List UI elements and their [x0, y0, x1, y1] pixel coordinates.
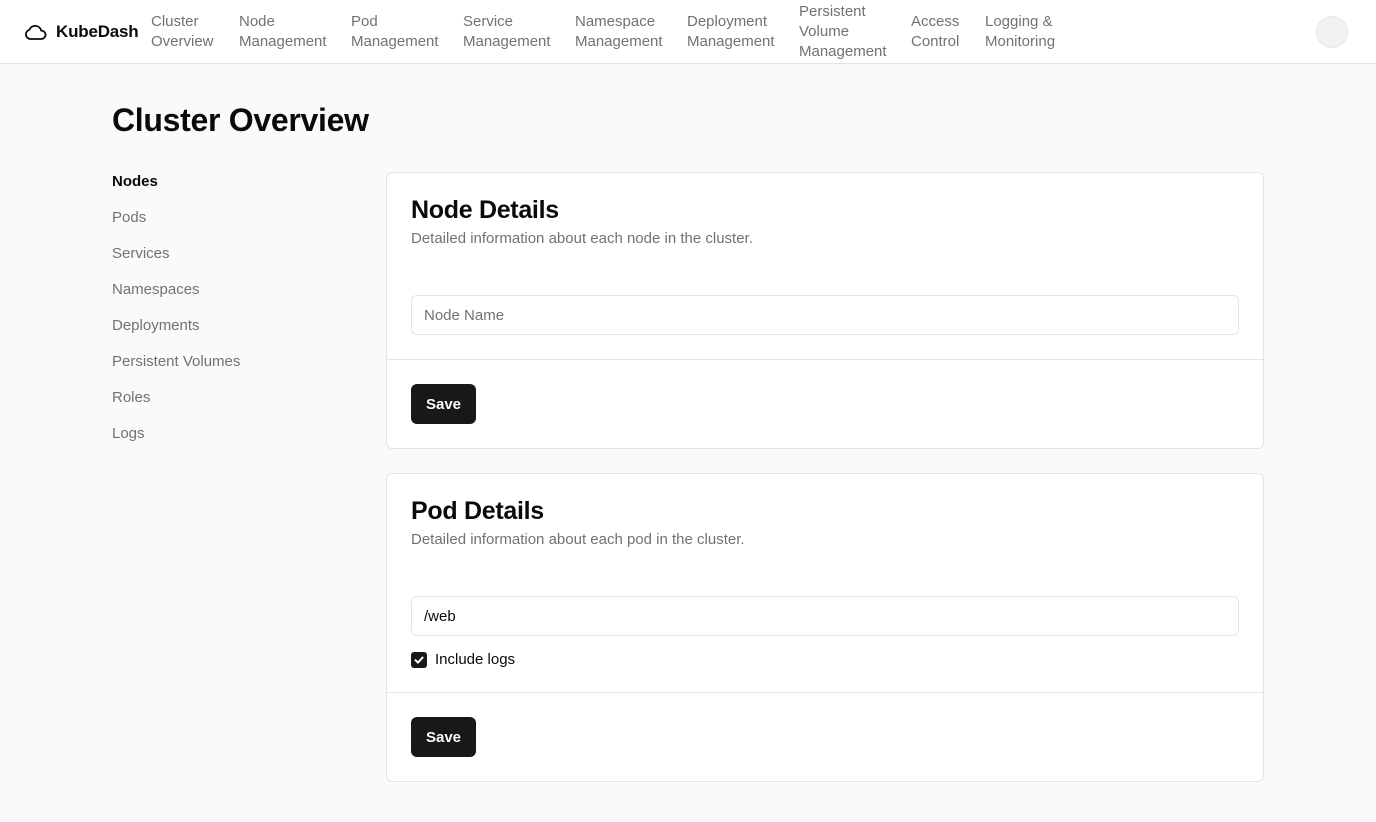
- pod-details-header: Pod Details Detailed information about e…: [411, 496, 745, 550]
- sidebar-item-roles[interactable]: Roles: [112, 388, 352, 424]
- pod-details-description: Detailed information about each pod in t…: [411, 531, 745, 548]
- include-logs-label: Include logs: [435, 651, 516, 668]
- sidebar: Nodes Pods Services Namespaces Deploymen…: [112, 172, 352, 460]
- pod-path-input[interactable]: [411, 596, 1239, 636]
- nav-persistent-volume-management[interactable]: Persistent Volume Management: [799, 2, 887, 62]
- nav-logging-monitoring[interactable]: Logging & Monitoring: [985, 12, 1065, 52]
- brand[interactable]: KubeDash: [24, 19, 139, 45]
- include-logs-option[interactable]: Include logs: [411, 651, 515, 668]
- sidebar-item-persistent-volumes[interactable]: Persistent Volumes: [112, 352, 352, 388]
- sidebar-item-nodes[interactable]: Nodes: [112, 172, 352, 208]
- node-details-header: Node Details Detailed information about …: [411, 195, 753, 249]
- card-divider: [387, 359, 1263, 360]
- nav-pod-management[interactable]: Pod Management: [351, 12, 439, 52]
- nav-deployment-management[interactable]: Deployment Management: [687, 12, 775, 52]
- pod-save-button[interactable]: Save: [411, 717, 476, 757]
- nav-cluster-overview[interactable]: Cluster Overview: [151, 12, 215, 52]
- app-name: KubeDash: [56, 22, 139, 41]
- node-details-card: Node Details Detailed information about …: [386, 172, 1264, 449]
- node-name-input[interactable]: [411, 295, 1239, 335]
- nav-service-management[interactable]: Service Management: [463, 12, 551, 52]
- pod-details-title: Pod Details: [411, 497, 544, 525]
- include-logs-checkbox[interactable]: [411, 651, 427, 668]
- top-nav-menu: Cluster Overview Node Management Pod Man…: [151, 0, 1065, 64]
- sidebar-item-logs[interactable]: Logs: [112, 424, 352, 460]
- top-navigation-bar: KubeDash Cluster Overview Node Managemen…: [0, 0, 1376, 64]
- node-details-title: Node Details: [411, 196, 559, 224]
- card-divider: [387, 692, 1263, 693]
- nav-node-management[interactable]: Node Management: [239, 12, 327, 52]
- page-title: Cluster Overview: [112, 102, 369, 138]
- node-save-button[interactable]: Save: [411, 384, 476, 424]
- user-avatar[interactable]: [1316, 16, 1348, 48]
- pod-details-card: Pod Details Detailed information about e…: [386, 473, 1264, 782]
- sidebar-item-namespaces[interactable]: Namespaces: [112, 280, 352, 316]
- checkmark-icon: [414, 656, 424, 664]
- nav-namespace-management[interactable]: Namespace Management: [575, 12, 663, 52]
- cloud-icon: [24, 23, 47, 41]
- sidebar-item-services[interactable]: Services: [112, 244, 352, 280]
- sidebar-item-deployments[interactable]: Deployments: [112, 316, 352, 352]
- nav-access-control[interactable]: Access Control: [911, 12, 961, 52]
- node-details-description: Detailed information about each node in …: [411, 230, 753, 247]
- sidebar-item-pods[interactable]: Pods: [112, 208, 352, 244]
